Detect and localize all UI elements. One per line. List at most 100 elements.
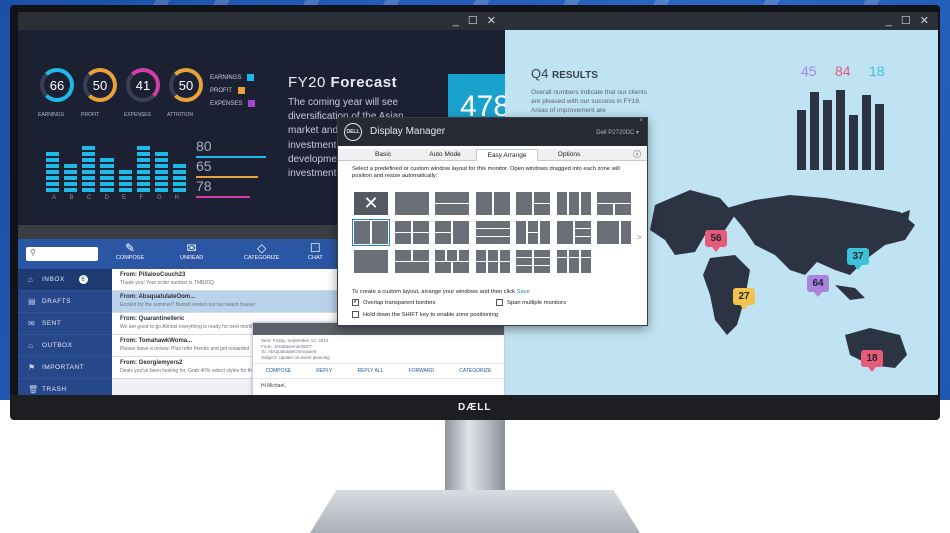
map-pin[interactable]: 27: [733, 288, 755, 310]
layout-option[interactable]: [475, 192, 510, 215]
layout-zone: [394, 192, 429, 215]
legend-item: PROFIT: [210, 87, 245, 94]
legend-swatch: [248, 100, 256, 107]
result-number: 84: [835, 63, 851, 79]
layout-option[interactable]: [475, 250, 510, 273]
layout-zone: [435, 192, 469, 203]
map-pin[interactable]: 37: [847, 248, 869, 270]
legend-swatch: [238, 87, 245, 94]
preview-action-reply-all[interactable]: REPLY ALL: [357, 368, 383, 374]
map-pin[interactable]: 56: [705, 230, 727, 252]
right-window-controls[interactable]: _ ☐ ✕: [886, 14, 932, 27]
monitor-select[interactable]: Dell P2720DC ▾: [596, 129, 639, 136]
layout-option[interactable]: [352, 219, 390, 246]
layout-option[interactable]: [556, 192, 591, 215]
layout-zone: [568, 258, 579, 273]
sidebar-item-label: DRAFTS: [42, 298, 71, 305]
checkbox-icon[interactable]: [496, 299, 503, 306]
toolbar-compose[interactable]: ✎ COMPOSE: [116, 241, 144, 261]
bar-segment: [172, 188, 186, 192]
layout-zone: [493, 192, 510, 215]
option-checkbox[interactable]: ✓ Overlap transparent borders: [352, 299, 436, 306]
bar-column: [172, 164, 186, 192]
sidebar-item-outbox[interactable]: ⌂ OUTBOX: [18, 335, 112, 357]
bar-label: H: [174, 195, 179, 201]
layout-zone: [534, 204, 550, 215]
tab-easy-arrange[interactable]: Easy Arrange: [476, 149, 538, 161]
dialog-header: DELL Display Manager Dell P2720DC ▾ ×: [338, 118, 647, 146]
preview-meta: Sent: Friday, September 14, 2012 From: Je…: [253, 335, 504, 363]
q4-body: Overall numbers indicate that our client…: [531, 89, 647, 114]
preview-actions: COMPOSE REPLY REPLY ALL FORWARD CATEGORIZE: [253, 363, 504, 379]
layout-option[interactable]: [516, 250, 550, 273]
layout-zone: [597, 204, 613, 215]
info-icon[interactable]: ⓘ: [633, 149, 641, 160]
mail-search-input[interactable]: ⚲: [26, 247, 98, 261]
toolbar-unread[interactable]: ✉ UNREAD: [180, 241, 203, 261]
layout-option[interactable]: [394, 221, 429, 244]
option-checkbox[interactable]: Hold down the SHIFT key to enable zone p…: [352, 311, 498, 318]
tab-options[interactable]: Options: [538, 149, 600, 161]
layout-option[interactable]: [516, 221, 550, 244]
layout-zone: [412, 221, 429, 232]
map-pin[interactable]: 18: [861, 350, 883, 372]
layout-option[interactable]: [435, 192, 469, 215]
sidebar-item-drafts[interactable]: ▤ DRAFTS: [18, 291, 112, 313]
chevron-right-icon[interactable]: >: [637, 233, 642, 242]
bar-label: B: [69, 195, 74, 201]
results-bar: [810, 92, 819, 170]
preview-action-reply[interactable]: REPLY: [316, 368, 332, 374]
layout-option[interactable]: [394, 192, 429, 215]
inbox-icon: ⌂: [28, 275, 34, 284]
sidebar-item-inbox[interactable]: ⌂ INBOX 6: [18, 269, 112, 291]
results-bar: [797, 110, 806, 170]
bar-segment: [172, 170, 186, 174]
left-window-controls[interactable]: _ ☐ ✕: [453, 14, 499, 27]
preview-action-categorize[interactable]: CATEGORIZE: [459, 368, 491, 374]
preview-action-forward[interactable]: FORWARD: [409, 368, 435, 374]
close-icon[interactable]: ×: [639, 118, 643, 124]
unread-count-badge: 6: [78, 275, 88, 284]
layout-option[interactable]: [597, 221, 631, 244]
save-link[interactable]: Save: [517, 289, 530, 295]
layout-option[interactable]: [394, 250, 429, 273]
toolbar-categorize[interactable]: ◇ CATEGORIZE: [244, 241, 279, 261]
sidebar-item-label: TRASH: [42, 386, 67, 393]
right-window-titlebar: _ ☐ ✕: [505, 12, 938, 30]
bar-segment: [136, 152, 150, 156]
map-pin[interactable]: 64: [807, 275, 829, 297]
sidebar-item-label: OUTBOX: [42, 342, 73, 349]
dell-brand-logo: DÆLL: [458, 402, 492, 413]
checkbox-checked-icon[interactable]: ✓: [352, 299, 359, 306]
big-number: 65: [196, 158, 212, 174]
toolbar-chat[interactable]: ☐ CHAT: [308, 241, 323, 261]
bar-segment: [118, 182, 132, 186]
layout-option[interactable]: [516, 192, 550, 215]
remove-layout-icon[interactable]: ✕: [354, 192, 388, 215]
layout-zone: [528, 233, 538, 244]
bar-segment: [154, 188, 168, 192]
layout-zone: [516, 221, 526, 244]
layout-zone: [556, 192, 567, 215]
tab-auto-mode[interactable]: Auto Mode: [414, 149, 476, 161]
bar-segment: [46, 188, 60, 192]
option-checkbox[interactable]: Span multiple monitors: [496, 299, 566, 306]
sidebar-item-important[interactable]: ⚑ IMPORTANT: [18, 357, 112, 379]
big-number-underline: [196, 196, 250, 198]
layout-option[interactable]: [435, 221, 469, 244]
layout-option[interactable]: [435, 250, 469, 273]
bar-column: [64, 164, 78, 192]
layout-option[interactable]: [556, 250, 591, 273]
tab-basic[interactable]: Basic: [352, 149, 414, 161]
layout-zone: [556, 258, 567, 273]
dialog-title: Display Manager: [370, 126, 446, 137]
sidebar-item-sent[interactable]: ✉ SENT: [18, 313, 112, 335]
layout-option[interactable]: [597, 192, 631, 215]
checkbox-icon[interactable]: [352, 311, 359, 318]
layout-option[interactable]: [475, 221, 510, 244]
layout-option[interactable]: [556, 221, 591, 244]
layout-option[interactable]: [354, 250, 388, 273]
important-icon: ⚑: [28, 363, 36, 372]
preview-action-compose[interactable]: COMPOSE: [266, 368, 292, 374]
gauge-label: EARNINGS: [38, 112, 65, 118]
